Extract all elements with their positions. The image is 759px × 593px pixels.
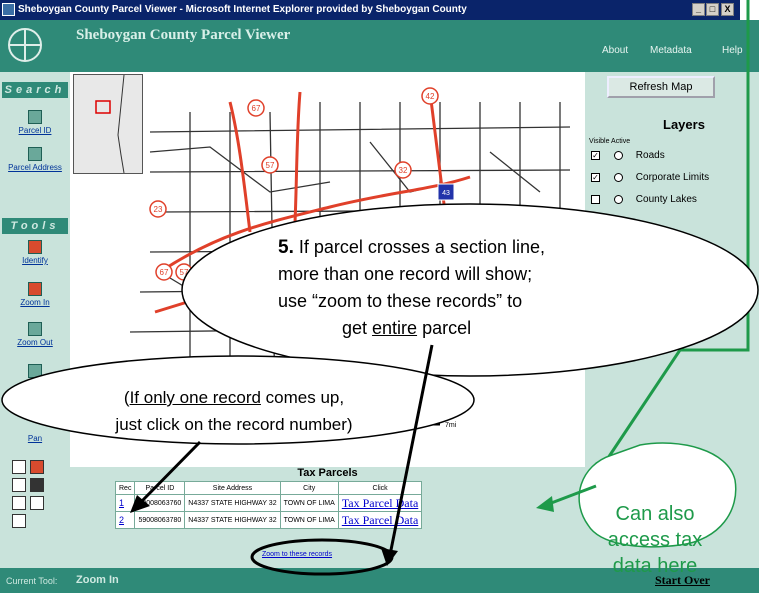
tax-line-1: Can also <box>615 503 695 525</box>
record-pointer-line <box>138 440 202 505</box>
one-record-callout-text: (If only one record comes up, just click… <box>54 384 414 438</box>
tax-line-3: data here <box>612 555 698 577</box>
parcel-line-1: If parcel crosses a section line, <box>298 237 545 257</box>
parcel-line-4-pre: get <box>342 318 373 338</box>
parcel-line-3: use “zoom to these records” to <box>278 291 523 311</box>
one-record-line-2: just click on the record number) <box>115 415 353 434</box>
parcel-line-2: more than one record will show; <box>278 264 533 284</box>
tax-data-callout-text: Can also access tax data here <box>586 501 724 579</box>
step-number: 5. <box>278 237 294 258</box>
parcel-line-4-underlined: entire <box>372 318 418 338</box>
tax-line-2: access tax <box>607 529 703 551</box>
green-pointer-head <box>536 496 554 512</box>
one-record-line-1: (If only one record comes up, <box>54 384 414 411</box>
parcel-callout-text: 5. If parcel crosses a section line, mor… <box>248 234 712 342</box>
zoom-link-circle <box>250 538 394 576</box>
parcel-line-4-post: parcel <box>417 318 472 338</box>
one-record-underlined: If only one record <box>129 388 261 407</box>
one-record-post: comes up, <box>260 388 345 407</box>
parcel-line-4: get entire parcel <box>248 315 712 342</box>
